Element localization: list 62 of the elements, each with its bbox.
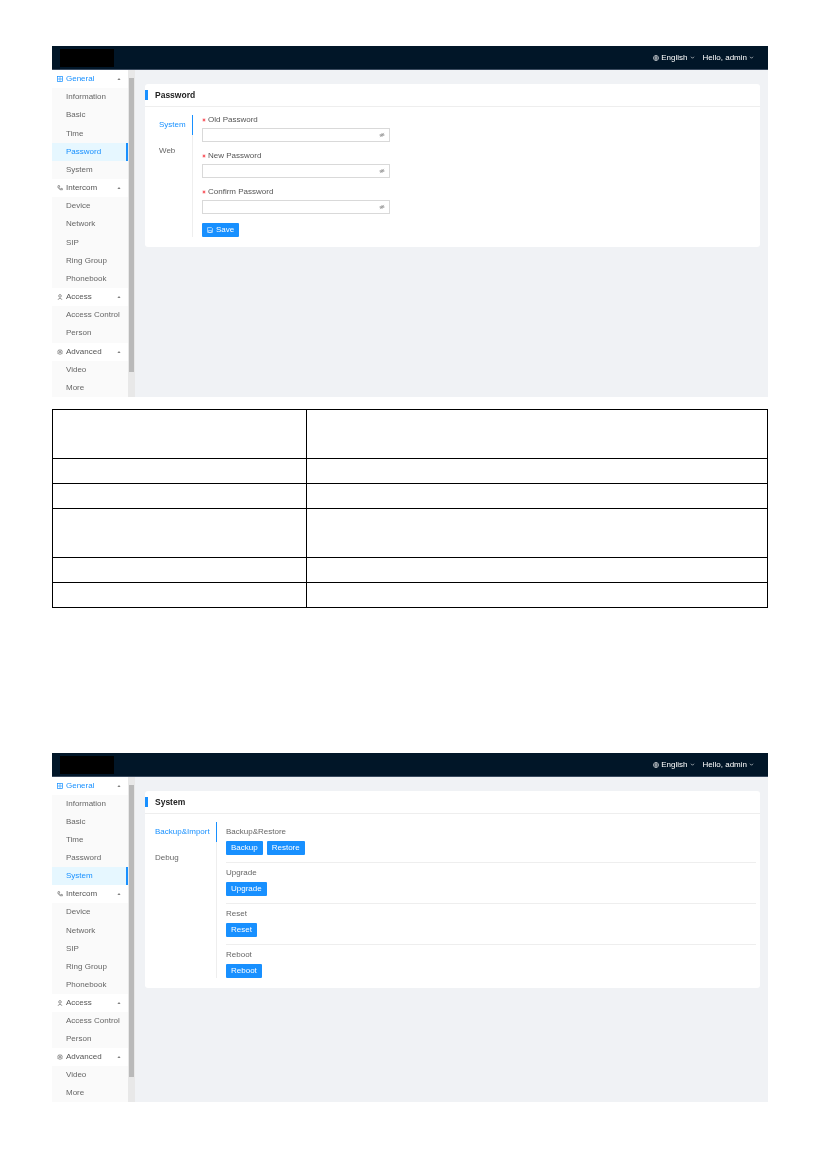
sidebar-item[interactable]: Access Control bbox=[52, 306, 128, 325]
section-label: Reset bbox=[226, 908, 248, 920]
sidebar-item[interactable]: Person bbox=[52, 324, 128, 343]
card-title: System bbox=[145, 791, 760, 814]
scrollbar[interactable] bbox=[128, 70, 135, 397]
eye-slash-icon bbox=[379, 204, 385, 210]
sidebar-item[interactable]: Network bbox=[52, 215, 128, 234]
sidebar-item[interactable]: Device bbox=[52, 197, 128, 216]
eye-slash-icon bbox=[379, 132, 385, 138]
globe-icon bbox=[653, 761, 660, 768]
field-label: Old Password bbox=[208, 114, 258, 126]
sidebar-item[interactable]: Device bbox=[52, 903, 128, 922]
floppy-disk-icon bbox=[207, 227, 213, 233]
language-dropdown[interactable]: English bbox=[653, 758, 695, 771]
sidebar-item[interactable]: Information bbox=[52, 88, 128, 107]
redacted-logo-block bbox=[60, 48, 114, 67]
user-menu[interactable]: Hello, admin bbox=[702, 51, 754, 64]
sidebar-item[interactable]: Video bbox=[52, 1066, 128, 1085]
chevron-down-icon bbox=[749, 55, 754, 60]
person-icon bbox=[57, 294, 63, 301]
scrollbar[interactable] bbox=[128, 777, 135, 1102]
language-dropdown[interactable]: English bbox=[653, 51, 695, 64]
password-field[interactable] bbox=[202, 164, 390, 178]
card-title: Password bbox=[145, 84, 760, 107]
phone-icon bbox=[57, 891, 63, 898]
tab[interactable]: Backup&Import bbox=[155, 822, 217, 842]
sidebar-item[interactable]: Information bbox=[52, 795, 128, 814]
action-button[interactable]: Reset bbox=[226, 923, 257, 937]
field-label: Confirm Password bbox=[208, 186, 274, 198]
grid-icon bbox=[57, 76, 63, 83]
person-icon bbox=[57, 999, 63, 1006]
section-label: Backup&Restore bbox=[226, 826, 288, 838]
action-button[interactable]: Backup bbox=[226, 841, 263, 855]
password-field[interactable] bbox=[202, 128, 390, 142]
sidebar-item[interactable]: Time bbox=[52, 831, 128, 850]
save-button[interactable]: Save bbox=[202, 223, 240, 237]
user-menu[interactable]: Hello, admin bbox=[702, 758, 754, 771]
sidebar-item[interactable]: Basic bbox=[52, 813, 128, 832]
grid-icon bbox=[57, 783, 63, 790]
section-label: Upgrade bbox=[226, 867, 258, 879]
action-button[interactable]: Restore bbox=[266, 841, 305, 855]
sidebar-item[interactable]: Password bbox=[52, 849, 128, 868]
field-label: New Password bbox=[208, 150, 262, 162]
sidebar-item[interactable]: System bbox=[52, 867, 128, 886]
action-button[interactable]: Upgrade bbox=[226, 882, 267, 896]
tab[interactable]: Debug bbox=[155, 848, 217, 868]
tab[interactable]: System bbox=[159, 115, 193, 135]
chevron-down-icon bbox=[689, 762, 695, 767]
gear-icon bbox=[57, 1053, 63, 1060]
action-button[interactable]: Reboot bbox=[226, 964, 262, 978]
phone-icon bbox=[57, 185, 63, 192]
chevron-down-icon bbox=[689, 55, 695, 60]
gear-icon bbox=[57, 348, 63, 355]
sidebar-item[interactable]: More bbox=[52, 1084, 128, 1102]
tab[interactable]: Web bbox=[159, 141, 193, 161]
section-label: Reboot bbox=[226, 949, 253, 961]
sidebar-item[interactable]: Basic bbox=[52, 106, 128, 125]
globe-icon bbox=[653, 54, 660, 61]
redacted-logo-block bbox=[60, 755, 114, 774]
password-field[interactable] bbox=[202, 200, 390, 214]
eye-slash-icon bbox=[379, 168, 385, 174]
chevron-down-icon bbox=[749, 762, 754, 767]
